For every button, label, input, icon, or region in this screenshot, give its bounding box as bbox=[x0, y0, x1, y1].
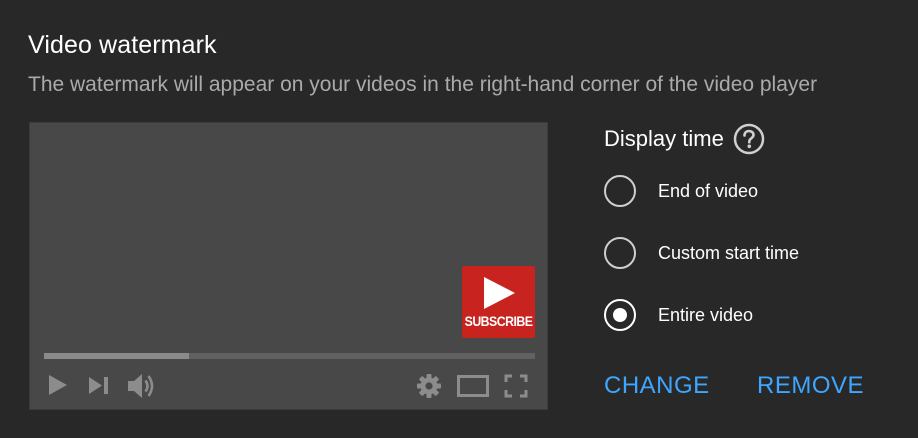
radio-label: Custom start time bbox=[658, 242, 800, 263]
watermark-label: SUBSCRIBE bbox=[464, 313, 533, 329]
change-button[interactable]: CHANGE bbox=[604, 372, 710, 400]
radio-option-custom-start-time[interactable]: Custom start time bbox=[604, 237, 799, 269]
radio-button[interactable] bbox=[604, 237, 636, 269]
gear-icon[interactable] bbox=[416, 373, 442, 399]
radio-label: Entire video bbox=[658, 304, 754, 325]
radio-button[interactable] bbox=[604, 175, 636, 207]
play-icon[interactable] bbox=[48, 374, 68, 396]
radio-option-end-of-video[interactable]: End of video bbox=[604, 175, 758, 207]
skip-next-icon[interactable] bbox=[88, 376, 110, 395]
watermark-preview: SUBSCRIBE bbox=[462, 266, 535, 338]
theater-mode-icon[interactable] bbox=[457, 375, 489, 397]
remove-button[interactable]: REMOVE bbox=[757, 372, 864, 400]
radio-option-entire-video[interactable]: Entire video bbox=[604, 299, 753, 331]
play-logo-icon bbox=[483, 277, 515, 309]
section-description: The watermark will appear on your videos… bbox=[28, 73, 818, 96]
display-time-header: Display time bbox=[604, 123, 765, 155]
section-title: Video watermark bbox=[28, 31, 217, 59]
display-time-label: Display time bbox=[604, 126, 724, 151]
help-circle-icon[interactable] bbox=[733, 123, 765, 155]
video-watermark-panel: Video watermark The watermark will appea… bbox=[0, 0, 918, 438]
progress-bar-fill bbox=[44, 353, 189, 359]
radio-label: End of video bbox=[658, 180, 759, 201]
progress-bar[interactable] bbox=[44, 353, 535, 359]
radio-button-selected[interactable] bbox=[604, 299, 636, 331]
fullscreen-icon[interactable] bbox=[504, 374, 528, 398]
volume-icon[interactable] bbox=[127, 372, 157, 400]
video-player-preview: SUBSCRIBE bbox=[29, 122, 548, 410]
